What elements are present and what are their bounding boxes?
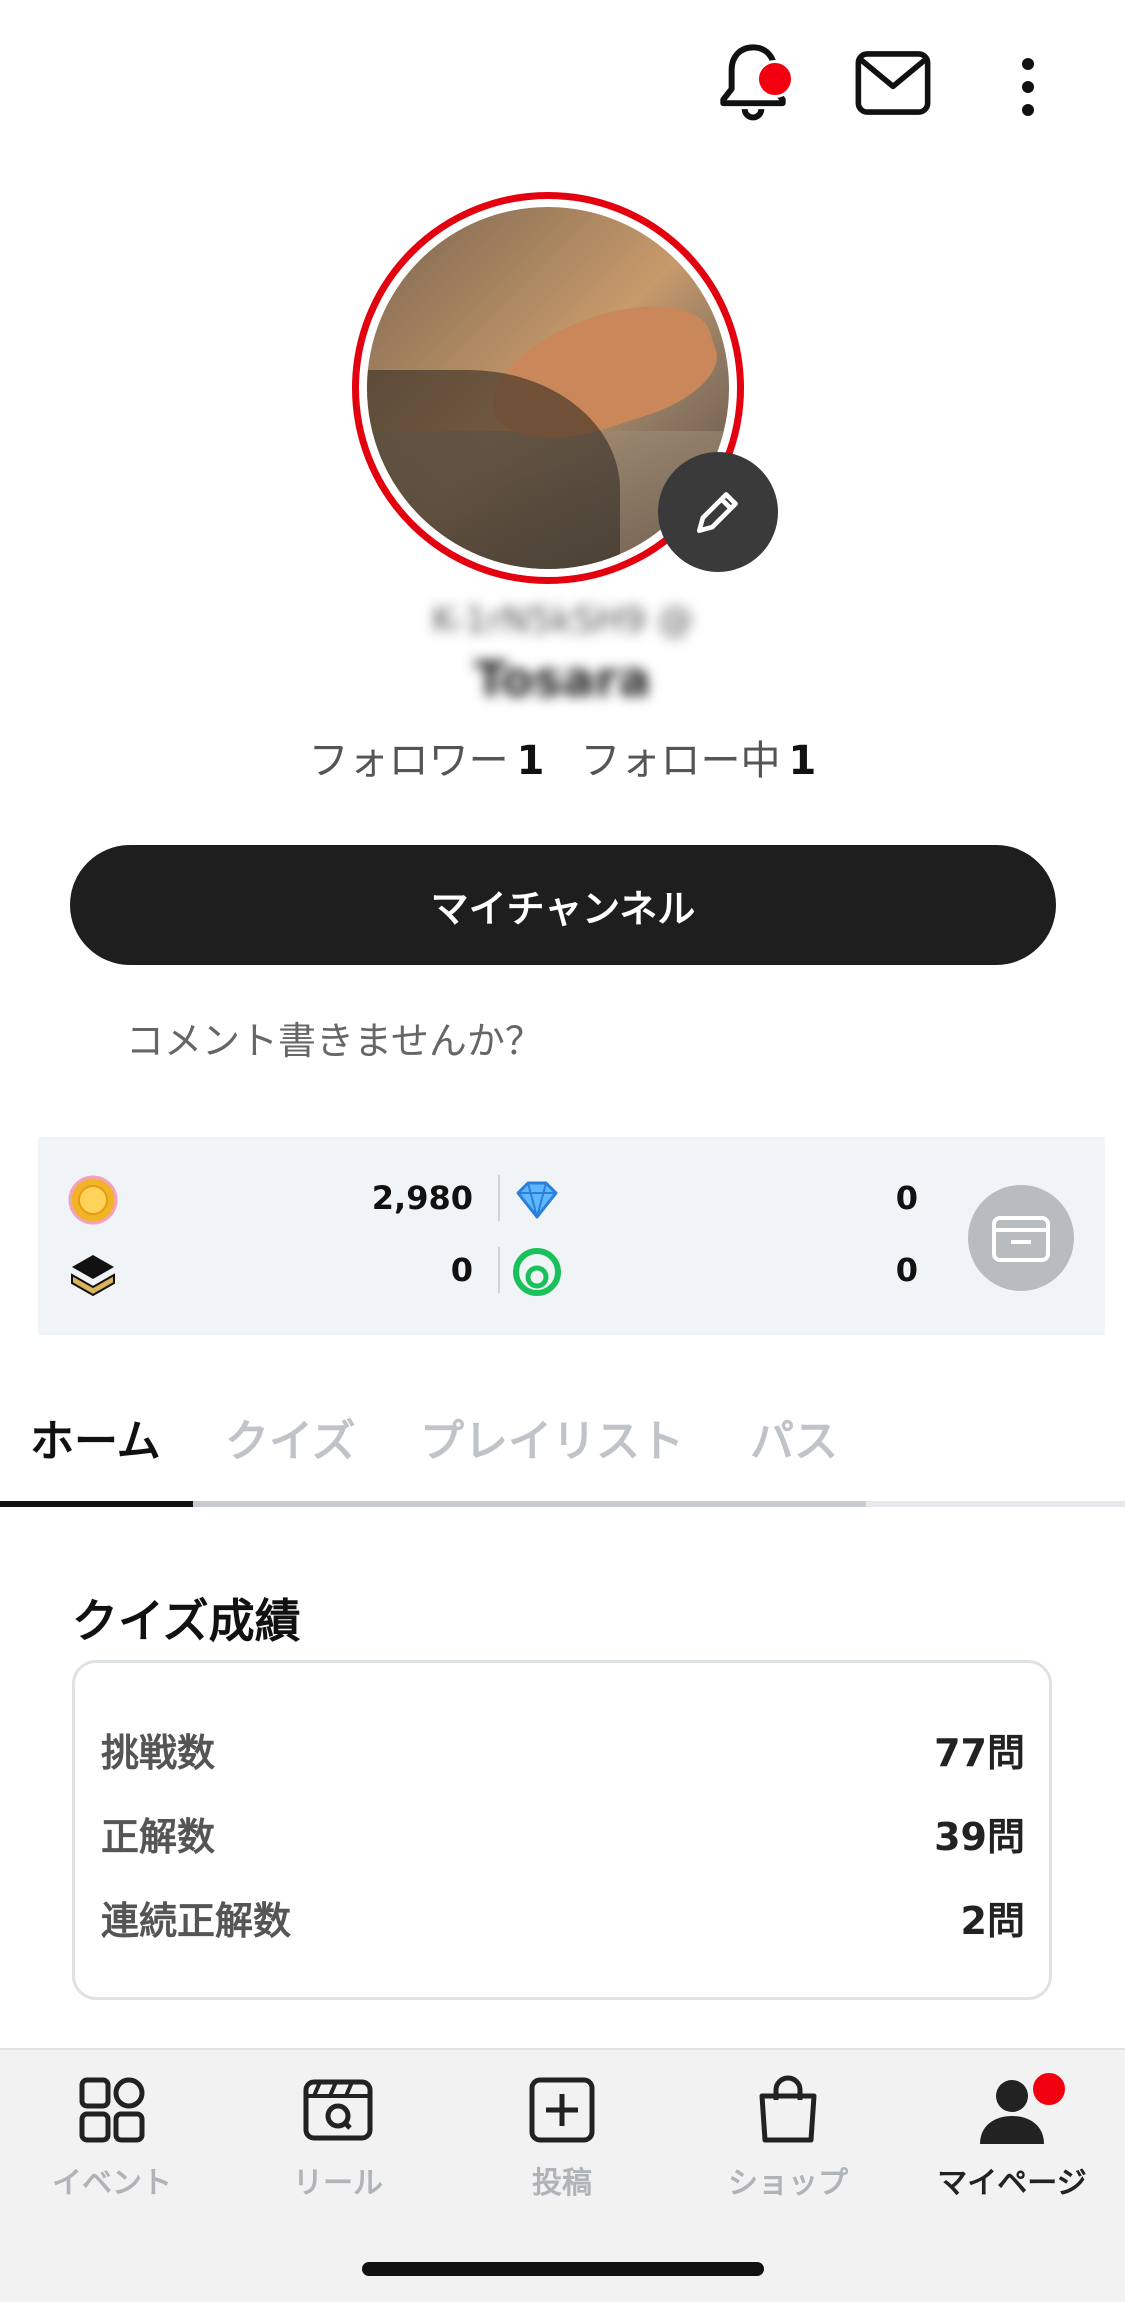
comment-prompt[interactable]: コメント書きませんか？ bbox=[126, 1010, 543, 1065]
wallet-button[interactable] bbox=[968, 1185, 1074, 1291]
tab-quiz[interactable]: クイズ bbox=[225, 1405, 356, 1469]
edit-avatar-button[interactable] bbox=[658, 452, 778, 572]
coin-icon bbox=[68, 1175, 118, 1225]
gem-icon bbox=[516, 1181, 558, 1219]
tab-pass[interactable]: パス bbox=[750, 1405, 838, 1469]
display-name: Tosara bbox=[474, 652, 651, 708]
tab-home[interactable]: ホーム bbox=[30, 1405, 161, 1469]
nav-shop[interactable]: ショップ bbox=[698, 2074, 878, 2214]
mail-icon[interactable] bbox=[855, 50, 931, 116]
nav-event[interactable]: イベント bbox=[22, 2074, 202, 2214]
my-channel-button[interactable]: マイチャンネル bbox=[70, 845, 1056, 965]
stat-label: 正解数 bbox=[101, 1814, 216, 1859]
nav-label: 投稿 bbox=[532, 2166, 592, 2201]
nav-label: ショップ bbox=[728, 2166, 848, 2201]
following-label[interactable]: フォロー中 bbox=[581, 738, 781, 784]
more-vertical-icon[interactable] bbox=[1010, 54, 1046, 120]
nav-label: イベント bbox=[52, 2166, 172, 2201]
following-count[interactable]: 1 bbox=[789, 738, 817, 784]
pencil-icon bbox=[697, 492, 738, 533]
nav-post[interactable]: 投稿 bbox=[472, 2074, 652, 2214]
point-icon bbox=[513, 1248, 561, 1296]
nav-label: リール bbox=[293, 2166, 383, 2201]
quiz-stats-title: クイズ成績 bbox=[72, 1594, 301, 1648]
shopping-bag-icon bbox=[759, 2075, 817, 2143]
stat-row: 挑戦数 77問 bbox=[101, 1719, 1025, 1779]
notification-badge bbox=[756, 60, 794, 98]
tab-indicator bbox=[0, 1501, 193, 1507]
plus-square-icon bbox=[529, 2077, 595, 2143]
ticket-stack-icon bbox=[71, 1255, 115, 1297]
tab-playlist[interactable]: プレイリスト bbox=[420, 1405, 684, 1469]
followers-count[interactable]: 1 bbox=[517, 738, 545, 784]
follow-stats: フォロワー 1 フォロー中 1 bbox=[0, 728, 1125, 786]
clapperboard-icon bbox=[303, 2079, 373, 2141]
mypage-badge bbox=[1030, 2070, 1068, 2108]
stat-value: 2問 bbox=[960, 1898, 1025, 1943]
ticket-balance: 0 bbox=[450, 1251, 473, 1289]
wallet-icon bbox=[992, 1216, 1050, 1262]
quiz-stats-card: 挑戦数 77問 正解数 39問 連続正解数 2問 bbox=[72, 1660, 1052, 2000]
profile-tabs: ホーム クイズ プレイリスト パス bbox=[0, 1375, 1125, 1510]
stat-label: 連続正解数 bbox=[101, 1898, 292, 1943]
stat-value: 77問 bbox=[934, 1730, 1025, 1775]
coin-balance: 2,980 bbox=[371, 1179, 473, 1217]
point-balance: 0 bbox=[895, 1251, 918, 1289]
home-indicator[interactable] bbox=[362, 2262, 764, 2276]
stat-row: 正解数 39問 bbox=[101, 1803, 1025, 1863]
nav-mypage[interactable]: マイページ bbox=[922, 2070, 1102, 2214]
top-bar bbox=[0, 30, 1125, 140]
gem-balance: 0 bbox=[895, 1179, 918, 1217]
stat-row: 連続正解数 2問 bbox=[101, 1887, 1025, 1947]
stat-value: 39問 bbox=[934, 1814, 1025, 1859]
grid-icon bbox=[79, 2077, 145, 2143]
stat-label: 挑戦数 bbox=[101, 1730, 216, 1775]
wallet-panel: 2,980 0 0 0 bbox=[38, 1137, 1105, 1335]
followers-label[interactable]: フォロワー bbox=[309, 738, 509, 784]
nav-label: マイページ bbox=[937, 2166, 1087, 2201]
nav-reel[interactable]: リール bbox=[248, 2074, 428, 2214]
user-id: K-1rN5kSH9 @ bbox=[431, 600, 694, 641]
